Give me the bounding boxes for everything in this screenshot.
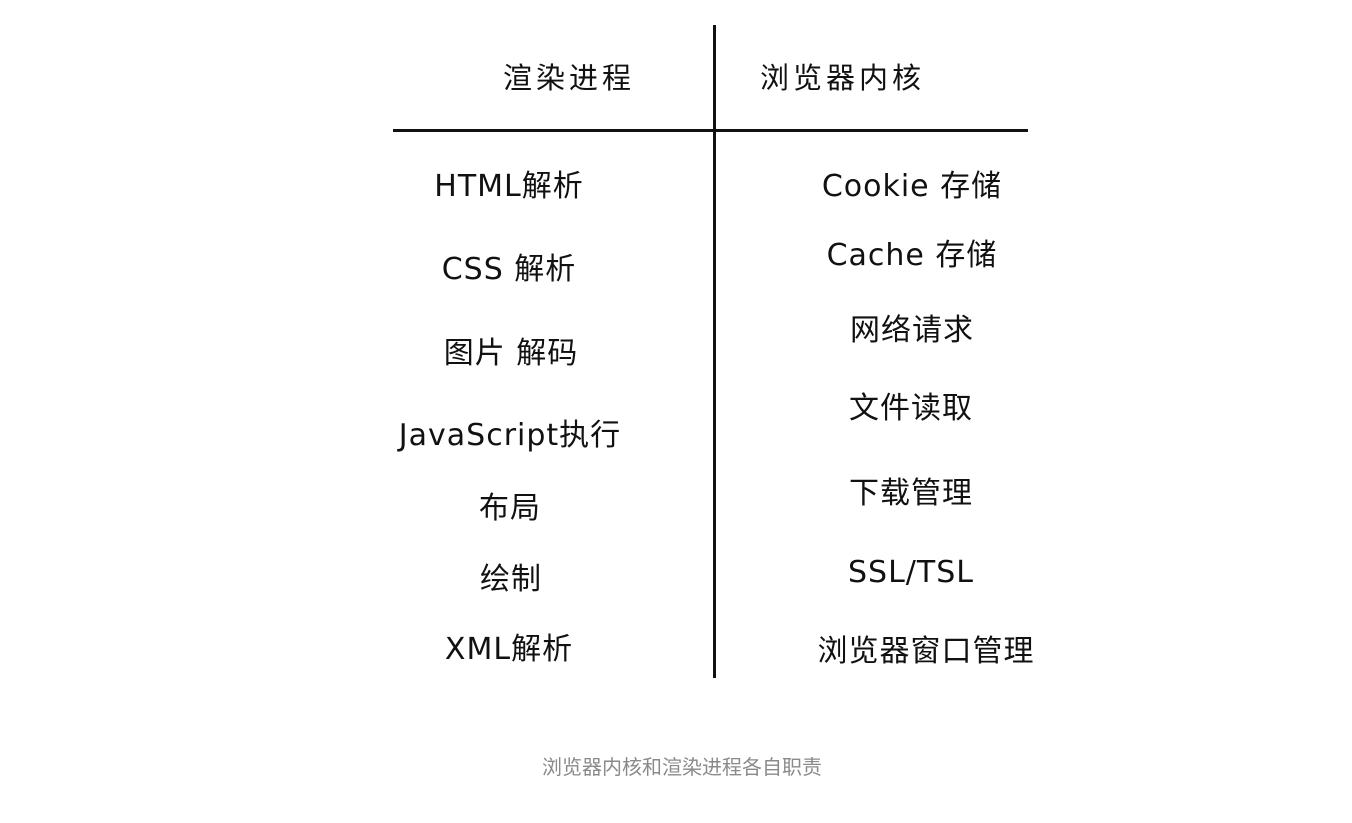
right-item-ssl-tsl: SSL/TSL <box>848 555 974 590</box>
left-item-paint: 绘制 <box>480 562 542 597</box>
header-divider-line <box>393 129 1028 132</box>
left-item-css-parse: CSS 解析 <box>441 252 577 287</box>
left-item-html-parse: HTML解析 <box>434 169 584 204</box>
column-divider-line <box>713 25 716 678</box>
left-item-image-decode: 图片 解码 <box>443 336 579 371</box>
left-item-xml-parse: XML解析 <box>444 632 574 667</box>
left-item-layout: 布局 <box>479 491 541 526</box>
right-item-download-manage: 下载管理 <box>849 476 973 511</box>
responsibility-diagram: 渲染进程 浏览器内核 HTML解析 CSS 解析 图片 解码 JavaScrip… <box>0 0 1352 823</box>
right-item-cookie-storage: Cookie 存储 <box>821 169 1003 204</box>
figure-caption: 浏览器内核和渲染进程各自职责 <box>542 755 822 779</box>
left-item-javascript-exec: JavaScript执行 <box>398 418 622 453</box>
right-item-file-read: 文件读取 <box>849 391 973 426</box>
right-item-window-manage: 浏览器窗口管理 <box>817 634 1035 669</box>
right-column-header: 浏览器内核 <box>760 61 926 95</box>
right-item-cache-storage: Cache 存储 <box>826 238 998 273</box>
left-column-header: 渲染进程 <box>503 61 636 95</box>
right-item-network-request: 网络请求 <box>850 313 974 348</box>
